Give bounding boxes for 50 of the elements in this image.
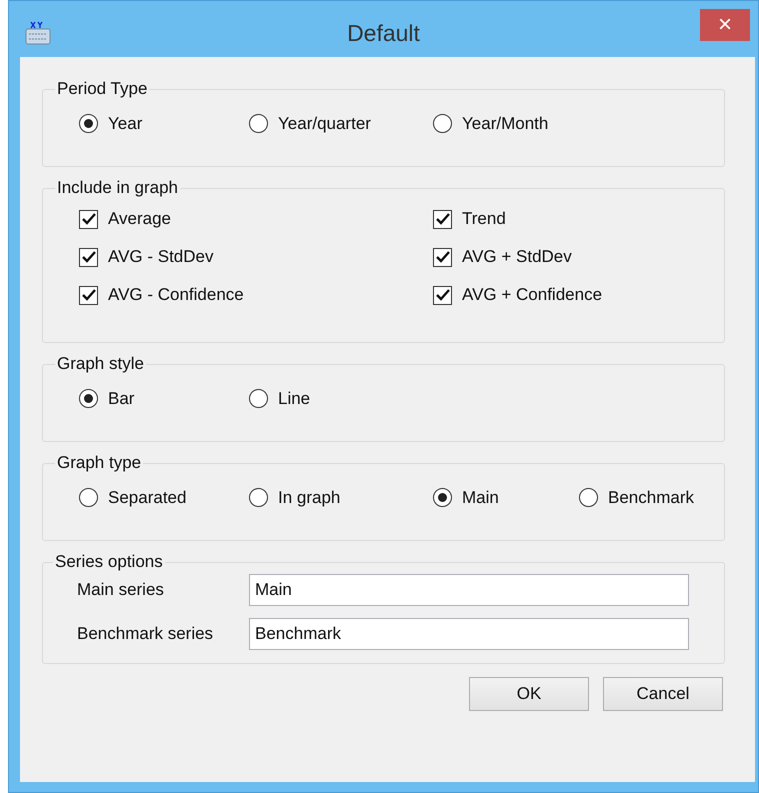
radio-button[interactable]: [433, 114, 452, 134]
radio-button[interactable]: [249, 114, 268, 134]
radio-option[interactable]: Year: [79, 111, 249, 136]
radio-option[interactable]: In graph: [249, 485, 433, 510]
checkbox[interactable]: [433, 248, 452, 266]
radio-button[interactable]: [79, 488, 98, 508]
checkbox-option[interactable]: AVG - StdDev: [79, 238, 433, 276]
close-button[interactable]: ×: [700, 9, 750, 41]
input-field[interactable]: Benchmark: [249, 618, 689, 650]
group-label: Period Type: [56, 79, 148, 99]
checkmark-icon: [82, 213, 96, 225]
checkmark-icon: [82, 251, 96, 263]
app-icon: [25, 21, 51, 45]
checkbox-option[interactable]: AVG + StdDev: [433, 238, 720, 276]
group-label: Graph style: [56, 354, 145, 374]
radio-option[interactable]: Year/Month: [433, 111, 579, 136]
radio-button[interactable]: [249, 488, 268, 508]
checkmark-icon: [436, 289, 450, 301]
radio-button[interactable]: [79, 389, 98, 408]
group-label: Graph type: [56, 453, 142, 473]
checkbox[interactable]: [433, 286, 452, 304]
checkmark-icon: [436, 251, 450, 263]
radio-option[interactable]: Main: [433, 485, 579, 510]
dialog-button[interactable]: Cancel: [603, 677, 723, 711]
checkbox-option[interactable]: AVG + Confidence: [433, 276, 720, 314]
radio-option[interactable]: Year/quarter: [249, 111, 433, 136]
field-label: Main series: [77, 579, 165, 602]
dialog-button[interactable]: OK: [469, 677, 589, 711]
checkbox[interactable]: [79, 286, 98, 304]
radio-button[interactable]: [433, 488, 452, 508]
checkbox[interactable]: [79, 210, 98, 228]
field-label: Benchmark series: [77, 623, 214, 646]
input-field[interactable]: Main: [249, 574, 689, 606]
radio-button[interactable]: [249, 389, 268, 408]
checkbox[interactable]: [79, 248, 98, 266]
radio-option[interactable]: Separated: [79, 485, 249, 510]
group-label: Series options: [54, 552, 164, 572]
checkbox-option[interactable]: AVG - Confidence: [79, 276, 433, 314]
checkbox-option[interactable]: Average: [79, 200, 433, 238]
checkmark-icon: [436, 213, 450, 225]
window-title: Default: [347, 19, 420, 47]
checkbox[interactable]: [433, 210, 452, 228]
radio-option[interactable]: Bar: [79, 386, 249, 412]
radio-option[interactable]: Benchmark: [579, 485, 699, 510]
radio-button[interactable]: [79, 114, 98, 134]
checkmark-icon: [82, 289, 96, 301]
radio-button[interactable]: [579, 488, 598, 508]
group-label: Include in graph: [56, 178, 179, 198]
radio-option[interactable]: Line: [249, 386, 433, 412]
checkbox-option[interactable]: Trend: [433, 200, 720, 238]
